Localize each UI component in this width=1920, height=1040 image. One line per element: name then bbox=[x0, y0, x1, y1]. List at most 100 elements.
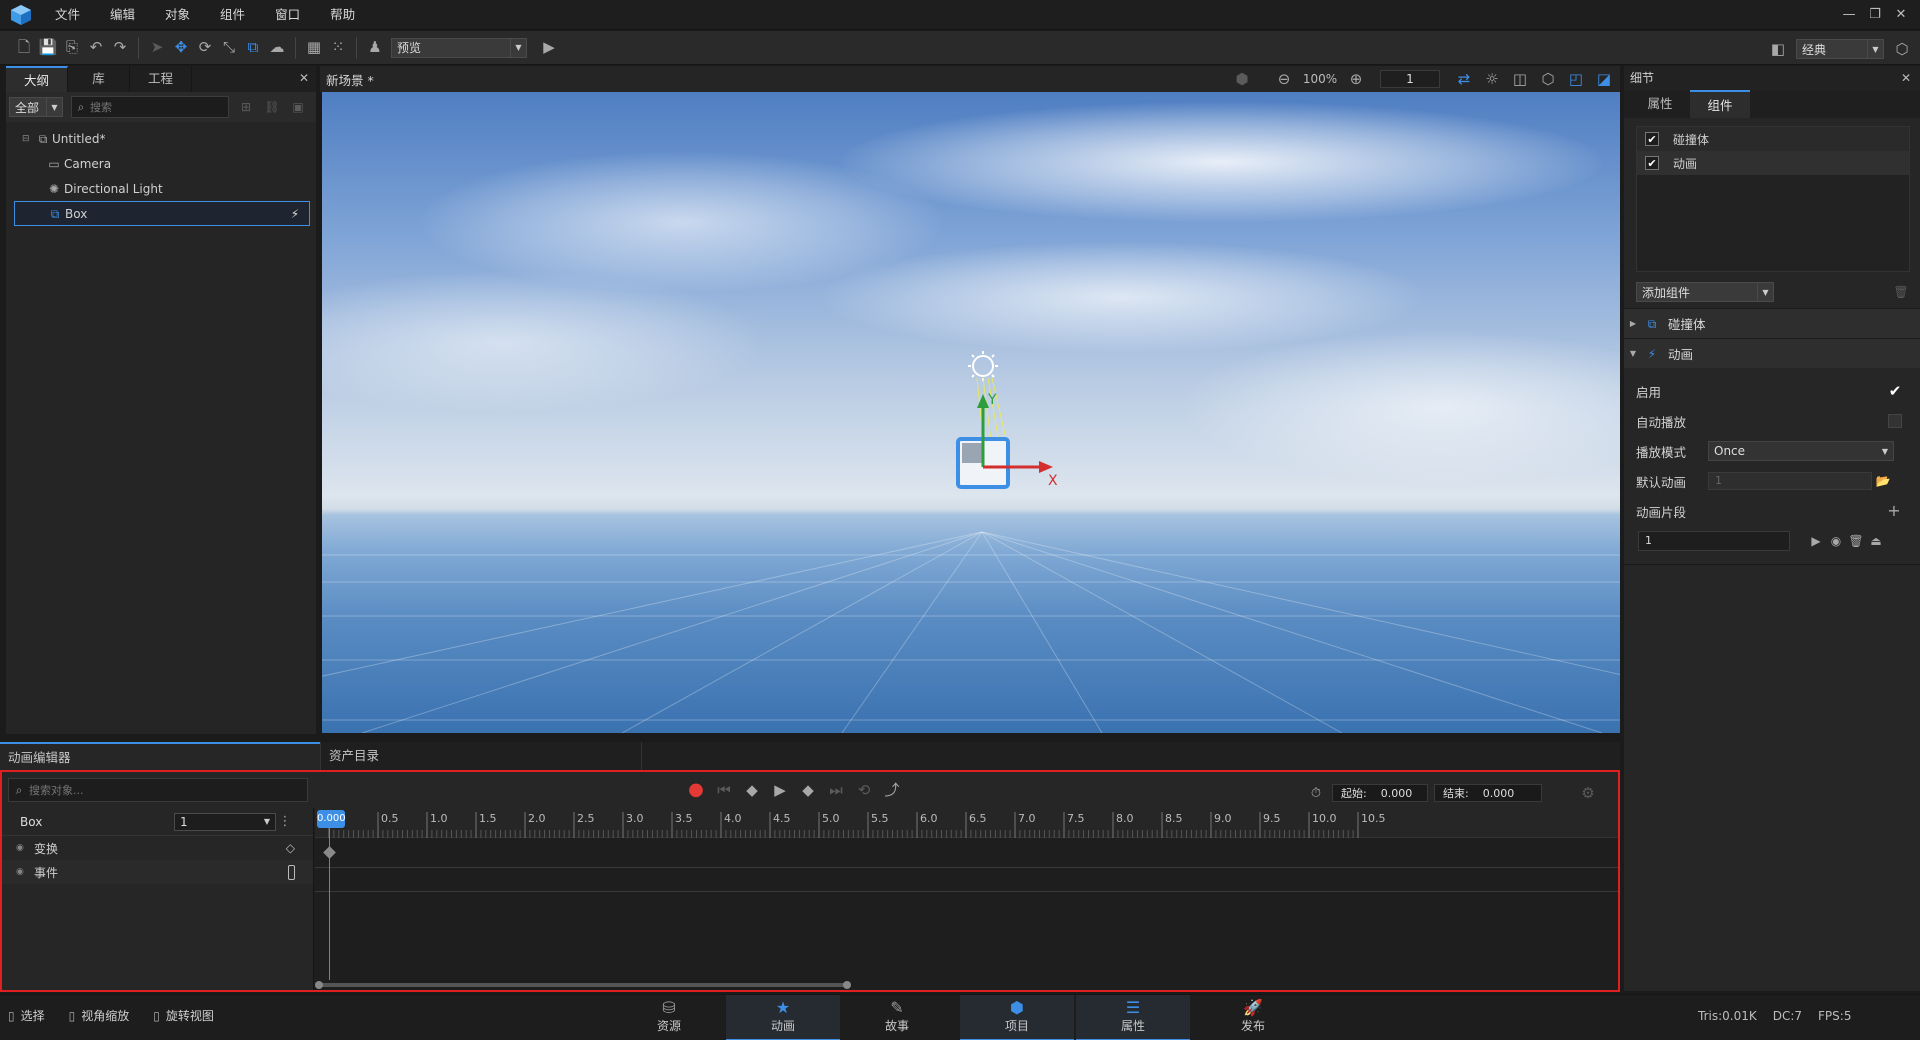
menu-component[interactable]: 组件 bbox=[209, 0, 264, 30]
move-tool-icon[interactable]: ✥ bbox=[169, 36, 193, 60]
trash-icon[interactable]: 🗑 bbox=[1892, 280, 1910, 304]
cube-view-icon[interactable]: ⬡ bbox=[1536, 67, 1560, 91]
playhead-handle[interactable]: 0.000 bbox=[317, 810, 346, 828]
tool-rotate-view[interactable]: 旋转视图 bbox=[166, 1007, 214, 1024]
nav-publish[interactable]: 🚀 发布 bbox=[1196, 995, 1310, 1040]
folder-icon[interactable]: ▣ bbox=[289, 95, 307, 119]
tree-item-camera[interactable]: ▭ Camera bbox=[22, 151, 310, 176]
play-clip-icon[interactable]: ▶ bbox=[1806, 529, 1826, 553]
component-collider-checkbox[interactable]: ✔ bbox=[1645, 132, 1659, 146]
last-frame-icon[interactable]: ⏭ bbox=[824, 778, 848, 802]
tab-library[interactable]: 库 bbox=[68, 66, 130, 92]
tab-outline[interactable]: 大纲 bbox=[6, 66, 68, 92]
undo-icon[interactable]: ↶ bbox=[84, 36, 108, 60]
add-clip-icon[interactable]: + bbox=[1882, 499, 1906, 523]
nav-project[interactable]: ⬢ 项目 bbox=[960, 995, 1074, 1040]
more-options-icon[interactable]: ⋮ bbox=[276, 810, 294, 834]
timeline-scrollbar[interactable] bbox=[318, 983, 848, 987]
stamp-icon[interactable]: ⏏ bbox=[1866, 529, 1886, 553]
section-animation-header[interactable]: ▼ ⚡ 动画 bbox=[1624, 338, 1920, 368]
tool-zoom-view[interactable]: 视角缩放 bbox=[81, 1007, 129, 1024]
zoom-out-icon[interactable]: ⊖ bbox=[1272, 67, 1296, 91]
nav-animation[interactable]: ★ 动画 bbox=[726, 995, 840, 1040]
track-transform[interactable]: ◉ 变换 ◇ bbox=[2, 836, 313, 860]
tab-animation-editor[interactable]: 动画编辑器 bbox=[0, 742, 320, 770]
scene-viewport[interactable]: Y X bbox=[322, 92, 1620, 733]
grid-icon[interactable]: ▦ bbox=[302, 36, 326, 60]
layout-select[interactable]: 经典 ▼ bbox=[1796, 39, 1884, 59]
record-icon[interactable]: ● bbox=[684, 778, 708, 802]
autoplay-checkbox[interactable] bbox=[1888, 414, 1902, 428]
tab-components[interactable]: 组件 bbox=[1690, 90, 1750, 118]
playmode-select[interactable]: Once ▼ bbox=[1708, 441, 1894, 461]
outline-search-input[interactable] bbox=[90, 100, 210, 114]
link-icon[interactable]: ⛓ bbox=[263, 95, 281, 119]
prev-keyframe-icon[interactable]: ◆ bbox=[740, 778, 764, 802]
time-ruler[interactable]: 0.5 1.0 1.5 2.0 2.5 3.0 3.5 4.0 4.5 5.0 5.5 6.0 6.5 7… bbox=[315, 808, 1618, 838]
save-icon[interactable]: 💾 bbox=[36, 36, 60, 60]
snap-grid-icon[interactable]: ⁙ bbox=[326, 36, 350, 60]
curve-edit-icon[interactable]: ⤴ bbox=[880, 778, 904, 802]
select-arrow-icon[interactable]: ➤ bbox=[145, 36, 169, 60]
settings-gear-icon[interactable]: ⚙ bbox=[1576, 781, 1600, 805]
folder-open-icon[interactable]: 📂 bbox=[1872, 469, 1894, 493]
tree-item-root[interactable]: ⊟ ⧉ Untitled* bbox=[22, 126, 310, 151]
menu-object[interactable]: 对象 bbox=[154, 0, 209, 30]
next-keyframe-icon[interactable]: ◆ bbox=[796, 778, 820, 802]
component-item-animation[interactable]: ✔ 动画 bbox=[1637, 151, 1909, 175]
menu-edit[interactable]: 编辑 bbox=[99, 0, 154, 30]
add-component-select[interactable]: 添加组件 ▼ bbox=[1636, 282, 1774, 302]
sync-icon[interactable]: ⇄ bbox=[1452, 67, 1476, 91]
redo-icon[interactable]: ↷ bbox=[108, 36, 132, 60]
camera-view-icon[interactable]: ◫ bbox=[1508, 67, 1532, 91]
zoom-in-icon[interactable]: ⊕ bbox=[1344, 67, 1368, 91]
light-icon[interactable]: ☼ bbox=[1480, 67, 1504, 91]
tab-project[interactable]: 工程 bbox=[130, 66, 192, 92]
group-icon[interactable]: ⊞ bbox=[237, 95, 255, 119]
menu-window[interactable]: 窗口 bbox=[264, 0, 319, 30]
snap-clock-icon[interactable]: ⏱ bbox=[1306, 781, 1326, 805]
close-panel-icon[interactable]: ✕ bbox=[292, 66, 316, 90]
filter-select[interactable]: 全部 ▼ bbox=[9, 97, 63, 117]
keyframe-marker[interactable] bbox=[323, 846, 336, 859]
scrollbar-start-handle[interactable] bbox=[315, 981, 323, 989]
tool-select[interactable]: 选择 bbox=[21, 1007, 45, 1024]
playhead-line[interactable] bbox=[329, 818, 330, 980]
play-icon[interactable]: ▶ bbox=[768, 778, 792, 802]
perspective-icon[interactable]: ◰ bbox=[1564, 67, 1588, 91]
settings-hex-icon[interactable]: ⬡ bbox=[1890, 37, 1914, 61]
save-all-icon[interactable]: ⎘ bbox=[60, 36, 84, 60]
new-file-icon[interactable]: 🗋 bbox=[12, 36, 36, 60]
section-collider-header[interactable]: ▶ ⧉ 碰撞体 bbox=[1624, 308, 1920, 338]
nav-resources[interactable]: ⛁ 资源 bbox=[612, 995, 726, 1040]
event-marker-icon[interactable] bbox=[288, 864, 295, 880]
nav-story[interactable]: ✎ 故事 bbox=[840, 995, 954, 1040]
default-anim-field[interactable]: 1 bbox=[1708, 472, 1872, 490]
shading-icon[interactable]: ◪ bbox=[1592, 67, 1616, 91]
preview-select[interactable]: 预览 ▼ bbox=[391, 37, 527, 58]
track-event[interactable]: ◉ 事件 bbox=[2, 860, 313, 884]
end-time-field[interactable]: 结束: 0.000 bbox=[1434, 784, 1542, 802]
transform-gizmo[interactable]: Y X bbox=[956, 351, 1058, 489]
trash-icon[interactable]: 🗑 bbox=[1846, 529, 1866, 553]
add-keyframe-icon[interactable]: ◇ bbox=[286, 841, 295, 855]
timeline-area[interactable]: 0.5 1.0 1.5 2.0 2.5 3.0 3.5 4.0 4.5 5.0 5.5 6.0 6.5 7… bbox=[315, 808, 1618, 990]
minimize-button[interactable]: — bbox=[1836, 0, 1862, 30]
tree-item-light[interactable]: ✺ Directional Light bbox=[22, 176, 310, 201]
loop-icon[interactable]: ⟲ bbox=[852, 778, 876, 802]
component-item-collider[interactable]: ✔ 碰撞体 bbox=[1637, 127, 1909, 151]
scene-tab[interactable]: 新场景 * bbox=[320, 70, 374, 89]
start-time-field[interactable]: 起始: 0.000 bbox=[1332, 784, 1428, 802]
clip-select[interactable]: 1 ▼ bbox=[174, 812, 276, 831]
tab-properties[interactable]: 属性 bbox=[1630, 90, 1690, 118]
pivot-icon[interactable]: ☁ bbox=[265, 36, 289, 60]
player-icon[interactable]: ♟ bbox=[363, 36, 387, 60]
outline-search[interactable]: ⌕ bbox=[71, 96, 229, 118]
layout-icon[interactable]: ◧ bbox=[1766, 37, 1790, 61]
first-frame-icon[interactable]: ⏮ bbox=[712, 778, 736, 802]
layer-field[interactable]: 1 bbox=[1380, 70, 1440, 88]
nav-properties[interactable]: ☰ 属性 bbox=[1076, 995, 1190, 1040]
tab-asset-directory[interactable]: 资产目录 bbox=[320, 742, 642, 770]
tree-item-box[interactable]: ⧉ Box ⚡ bbox=[14, 201, 310, 226]
eye-icon[interactable]: ◉ bbox=[1826, 529, 1846, 553]
